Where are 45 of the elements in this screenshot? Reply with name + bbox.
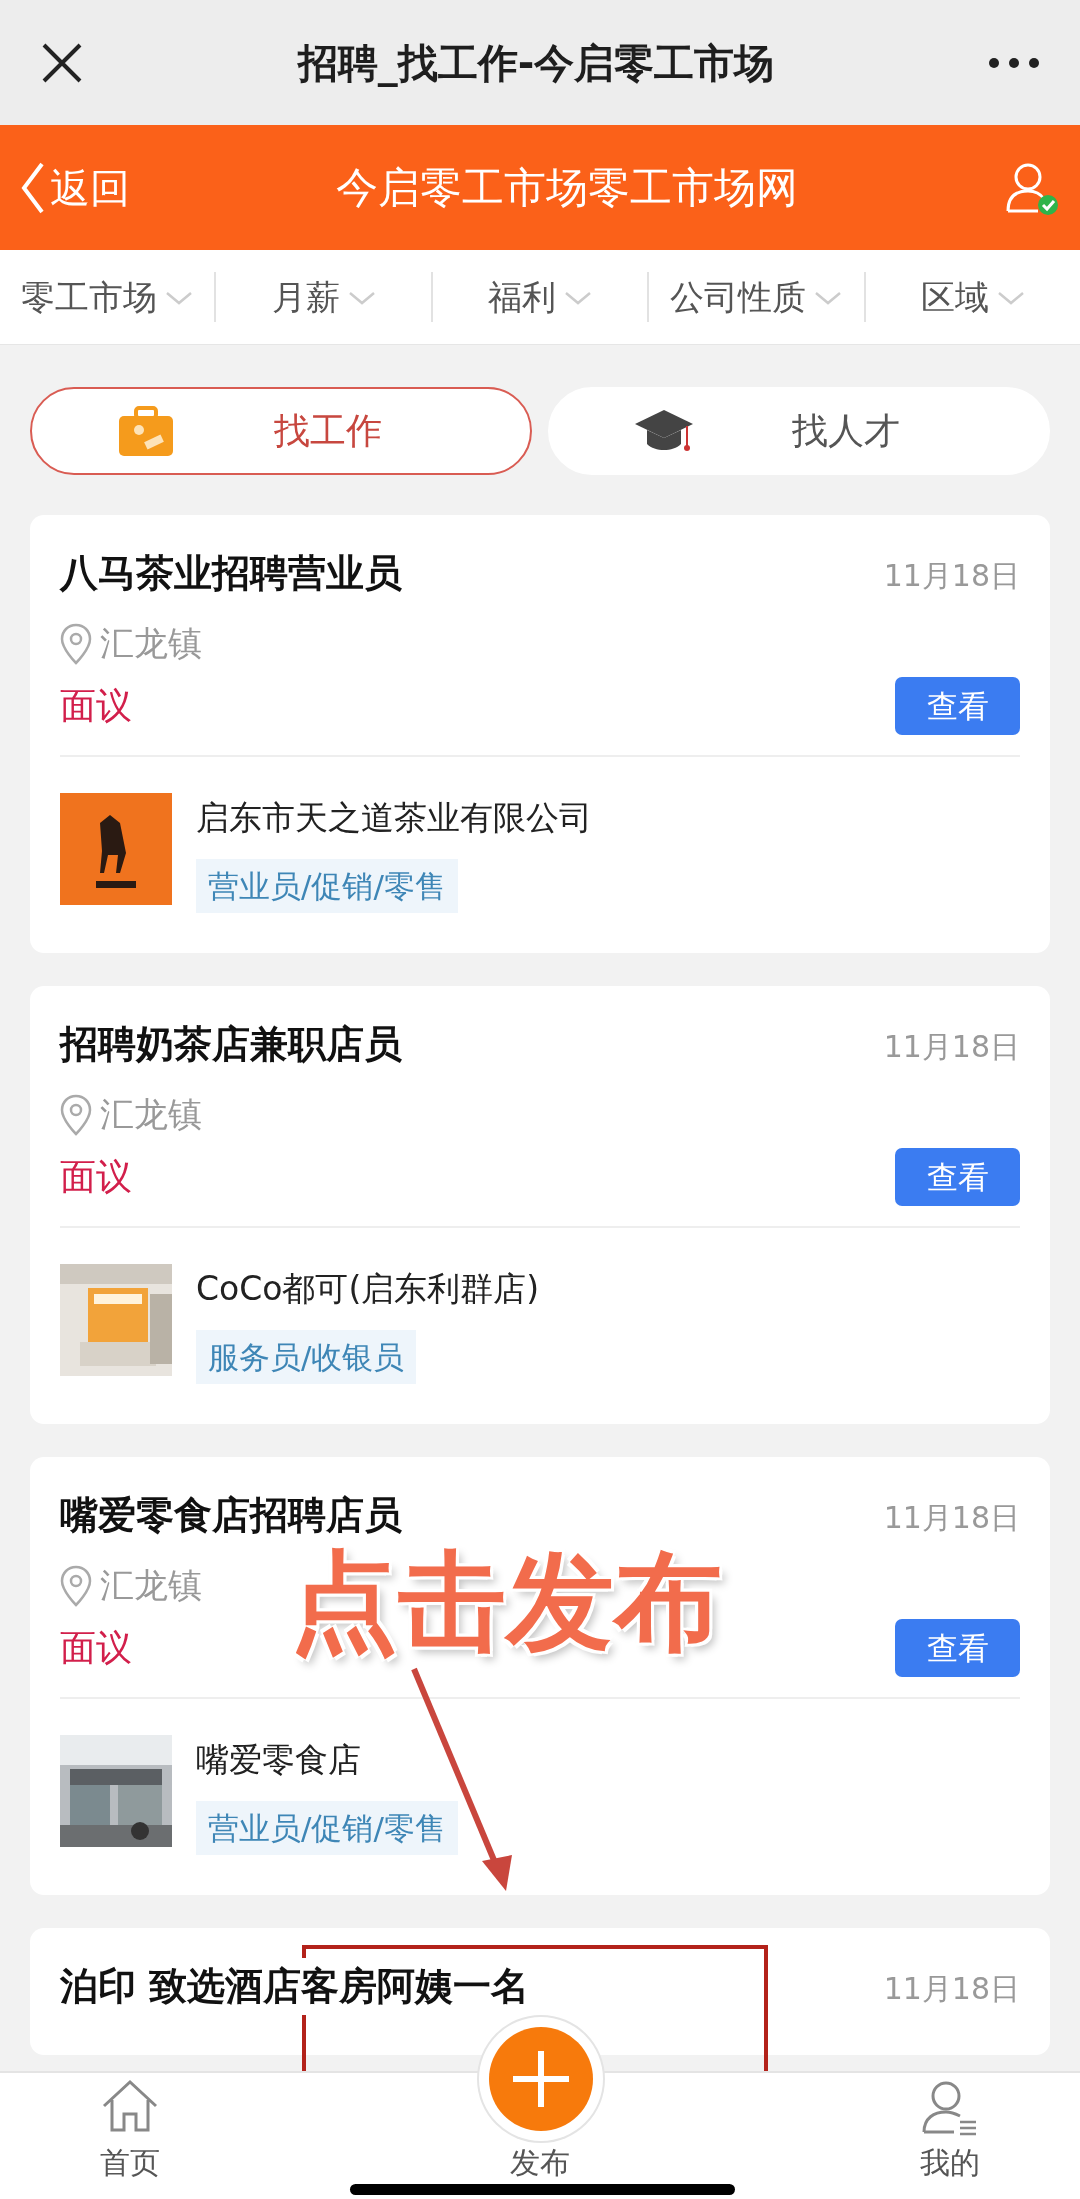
tab-bar-item[interactable]: 我的 — [860, 2078, 1040, 2185]
company-name: 启东市天之道茶业有限公司 — [196, 797, 592, 839]
chevron-down-icon — [564, 289, 592, 305]
filter-dropdown[interactable]: 区域 — [865, 272, 1080, 322]
view-button[interactable]: 查看 — [895, 1619, 1020, 1677]
post-date: 11月18日 — [883, 557, 1020, 595]
post-date: 11月18日 — [883, 1499, 1020, 1537]
chevron-down-icon — [996, 289, 1025, 305]
job-card[interactable]: 泊印 致选酒店客房阿姨一名 11月18日 — [30, 1928, 1050, 2055]
filter-dropdown[interactable]: 零工市场 — [0, 272, 217, 322]
filter-dropdown[interactable]: 月薪 — [216, 272, 433, 322]
tab-bar-item[interactable]: 发布 — [450, 2140, 630, 2185]
company-name: CoCo都可(启东利群店) — [196, 1268, 540, 1310]
chevron-down-icon — [347, 289, 376, 305]
filter-dropdown[interactable]: 公司性质 — [649, 272, 866, 322]
page-title: 招聘_找工作-今启零工市场 — [297, 38, 775, 89]
chevron-down-icon — [165, 289, 194, 305]
location: 汇龙镇 — [100, 622, 202, 665]
filter-dropdown[interactable]: 福利 — [432, 272, 650, 322]
salary: 面议 — [60, 1155, 132, 1199]
job-category-tag: 营业员/促销/零售 — [196, 858, 458, 913]
header-title: 今启零工市场零工市场网 — [336, 162, 798, 214]
location: 汇龙镇 — [100, 1564, 202, 1607]
location-pin-icon — [60, 1564, 92, 1607]
view-button[interactable]: 查看 — [895, 677, 1020, 735]
company-name: 嘴爱零食店 — [196, 1739, 361, 1781]
tab-bar-item[interactable]: 首页 — [40, 2078, 220, 2185]
location-pin-icon — [60, 1093, 92, 1136]
location: 汇龙镇 — [100, 1093, 202, 1136]
view-button[interactable]: 查看 — [895, 1148, 1020, 1206]
plus-icon — [511, 2049, 571, 2109]
briefcase-icon — [117, 404, 175, 458]
salary: 面议 — [60, 1626, 132, 1670]
job-card[interactable]: 八马茶业招聘营业员 11月18日 汇龙镇 面议 查看 启东市天之道茶业有限公司 营业员/促销/零售 — [30, 515, 1050, 953]
more-icon[interactable] — [988, 56, 1040, 69]
tab[interactable]: 找工作 — [30, 387, 532, 475]
job-category-tag: 服务员/收银员 — [196, 1329, 417, 1384]
salary: 面议 — [60, 684, 132, 728]
tab[interactable]: 找人才 — [548, 387, 1050, 475]
post-date: 11月18日 — [883, 1028, 1020, 1066]
chevron-down-icon — [814, 289, 843, 305]
location-pin-icon — [60, 622, 92, 665]
job-category-tag: 营业员/促销/零售 — [196, 1800, 458, 1855]
post-date: 11月18日 — [883, 1970, 1020, 2008]
job-card[interactable]: 招聘奶茶店兼职店员 11月18日 汇龙镇 面议 查看 CoCo都可(启东利群店) 服务员/收银员 — [30, 986, 1050, 1424]
